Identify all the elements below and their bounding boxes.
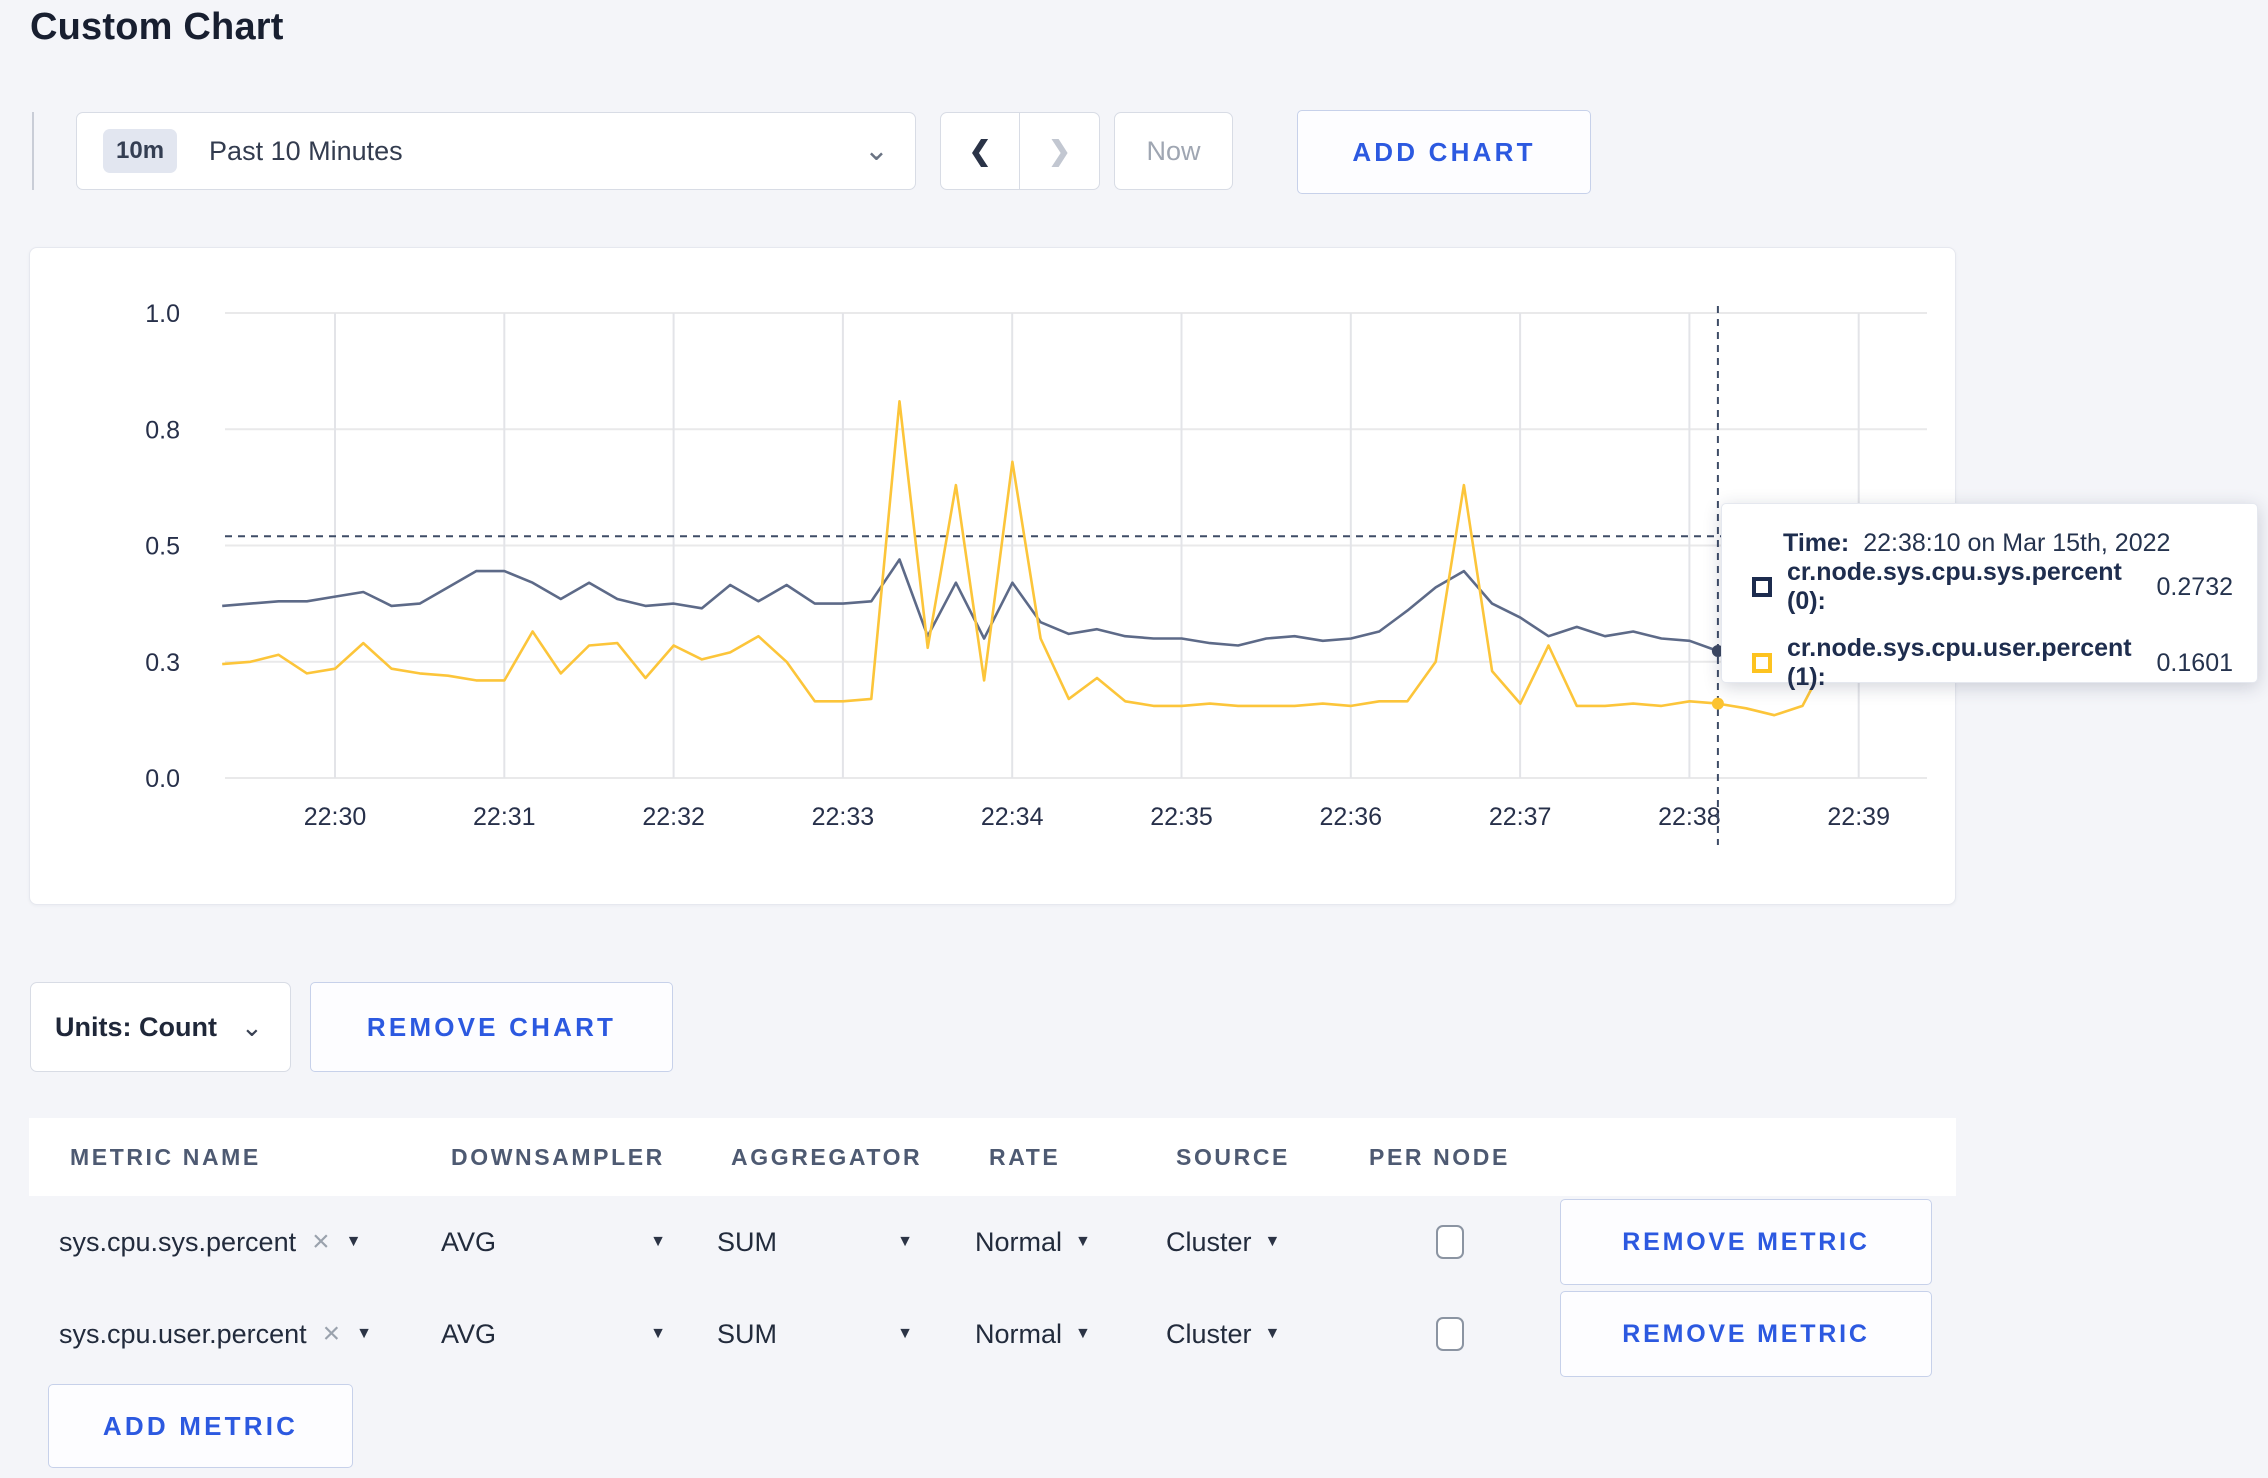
tooltip-series-value: 0.2732 xyxy=(2156,572,2233,601)
aggregator-dropdown[interactable]: SUM ▼ xyxy=(717,1288,913,1380)
header-metric-name: METRIC NAME xyxy=(70,1144,261,1170)
metric-name: sys.cpu.sys.percent xyxy=(59,1226,297,1257)
metric-name: sys.cpu.user.percent xyxy=(59,1318,307,1349)
header-per-node: PER NODE xyxy=(1369,1144,1510,1170)
series-swatch-icon xyxy=(1752,577,1772,597)
tooltip-time-value: 22:38:10 on Mar 15th, 2022 xyxy=(1863,529,2171,557)
header-aggregator: AGGREGATOR xyxy=(731,1144,923,1170)
downsampler-dropdown[interactable]: AVG ▼ xyxy=(441,1196,666,1288)
add-chart-button[interactable]: ADD CHART xyxy=(1297,110,1591,194)
x-tick-label: 22:30 xyxy=(304,803,367,831)
x-tick-label: 22:34 xyxy=(981,803,1044,831)
tooltip-series-row: cr.node.sys.cpu.sys.percent (0): 0.2732 xyxy=(1752,558,2233,616)
y-tick-label: 0.3 xyxy=(145,649,180,677)
y-tick-label: 0.5 xyxy=(145,533,180,561)
clear-metric-icon[interactable]: × xyxy=(323,1319,341,1349)
y-tick-label: 0.8 xyxy=(145,416,180,444)
tooltip-time-row: Time: 22:38:10 on Mar 15th, 2022 xyxy=(1752,529,2233,558)
rate-value: Normal xyxy=(975,1318,1063,1349)
metrics-table-body: sys.cpu.sys.percent × ▼ AVG ▼ SUM ▼ Norm… xyxy=(29,1196,1956,1380)
series-line xyxy=(222,400,1888,717)
toolbar: 10m Past 10 Minutes ⌄ ❮ ❯ Now ADD CHART xyxy=(32,110,2232,196)
rate-value: Normal xyxy=(975,1226,1063,1257)
downsampler-value: AVG xyxy=(441,1226,497,1257)
caret-down-icon: ▼ xyxy=(650,1325,666,1342)
caret-down-icon: ▼ xyxy=(356,1325,373,1342)
line-chart[interactable]: 0.0 0.3 0.5 0.8 1.0 22:30 22:31 22:32 22:33 22:34… xyxy=(30,248,1955,904)
downsampler-dropdown[interactable]: AVG ▼ xyxy=(441,1288,666,1380)
time-scale-badge: 10m xyxy=(103,129,178,173)
caret-down-icon: ▼ xyxy=(345,1233,362,1250)
chevron-down-icon: ⌄ xyxy=(240,1012,263,1042)
x-tick-label: 22:31 xyxy=(473,803,536,831)
toolbar-divider xyxy=(32,112,34,190)
header-source: SOURCE xyxy=(1176,1144,1291,1170)
aggregator-value: SUM xyxy=(717,1318,777,1349)
x-tick-label: 22:32 xyxy=(642,803,705,831)
prev-range-button[interactable]: ❮ xyxy=(941,113,1020,189)
source-dropdown[interactable]: Cluster ▼ xyxy=(1166,1196,1280,1288)
time-scale-dropdown[interactable]: 10m Past 10 Minutes ⌄ xyxy=(76,112,916,190)
tooltip-series-label: cr.node.sys.cpu.user.percent (1): xyxy=(1787,634,2132,691)
x-tick-label: 22:35 xyxy=(1150,803,1213,831)
metric-name-dropdown[interactable]: sys.cpu.sys.percent × ▼ xyxy=(59,1196,361,1288)
now-button[interactable]: Now xyxy=(1114,112,1233,190)
rate-dropdown[interactable]: Normal ▼ xyxy=(975,1288,1091,1380)
x-tick-label: 22:36 xyxy=(1320,803,1383,831)
metric-name-dropdown[interactable]: sys.cpu.user.percent × ▼ xyxy=(59,1288,372,1380)
caret-down-icon: ▼ xyxy=(650,1233,666,1250)
chart-card: 0.0 0.3 0.5 0.8 1.0 22:30 22:31 22:32 22:33 22:34… xyxy=(29,247,1956,905)
metric-row: sys.cpu.sys.percent × ▼ AVG ▼ SUM ▼ Norm… xyxy=(29,1196,1956,1288)
add-metric-button[interactable]: ADD METRIC xyxy=(48,1384,353,1468)
caret-down-icon: ▼ xyxy=(1264,1325,1281,1342)
x-tick-label: 22:37 xyxy=(1489,803,1552,831)
units-label: Units: Count xyxy=(55,1011,217,1042)
chart-tooltip: Time: 22:38:10 on Mar 15th, 2022 cr.node… xyxy=(1721,503,2258,691)
metrics-table-header: METRIC NAME DOWNSAMPLER AGGREGATOR RATE … xyxy=(29,1118,1956,1196)
per-node-checkbox[interactable] xyxy=(1436,1225,1464,1259)
x-tick-label: 22:33 xyxy=(812,803,875,831)
time-range-nav: ❮ ❯ xyxy=(940,112,1100,190)
time-scale-label: Past 10 Minutes xyxy=(209,135,403,166)
aggregator-dropdown[interactable]: SUM ▼ xyxy=(717,1196,913,1288)
tooltip-time-label: Time: xyxy=(1783,529,1850,557)
chevron-down-icon: ⌄ xyxy=(863,134,889,167)
per-node-checkbox[interactable] xyxy=(1436,1317,1464,1351)
clear-metric-icon[interactable]: × xyxy=(312,1227,330,1257)
tooltip-series-label: cr.node.sys.cpu.sys.percent (0): xyxy=(1787,558,2122,615)
series-swatch-icon xyxy=(1752,653,1772,673)
source-value: Cluster xyxy=(1166,1318,1252,1349)
custom-chart-page: { "page_title": "Custom Chart", "icons":… xyxy=(0,0,2268,1478)
source-value: Cluster xyxy=(1166,1226,1252,1257)
y-tick-label: 1.0 xyxy=(145,300,180,328)
caret-down-icon: ▼ xyxy=(1075,1233,1091,1250)
y-tick-label: 0.0 xyxy=(145,765,180,793)
remove-metric-button[interactable]: REMOVE METRIC xyxy=(1560,1199,1932,1285)
remove-metric-button[interactable]: REMOVE METRIC xyxy=(1560,1291,1932,1377)
header-downsampler: DOWNSAMPLER xyxy=(451,1144,665,1170)
downsampler-value: AVG xyxy=(441,1318,497,1349)
tooltip-series-row: cr.node.sys.cpu.user.percent (1): 0.1601 xyxy=(1752,634,2233,692)
next-range-button[interactable]: ❯ xyxy=(1020,113,1099,189)
caret-down-icon: ▼ xyxy=(1264,1233,1281,1250)
remove-chart-button[interactable]: REMOVE CHART xyxy=(310,982,673,1072)
caret-down-icon: ▼ xyxy=(897,1325,913,1342)
units-dropdown[interactable]: Units: Count ⌄ xyxy=(30,982,291,1072)
metric-row: sys.cpu.user.percent × ▼ AVG ▼ SUM ▼ Nor… xyxy=(29,1288,1956,1380)
caret-down-icon: ▼ xyxy=(897,1233,913,1250)
chevron-left-icon: ❮ xyxy=(968,135,992,166)
series-line xyxy=(222,558,1888,653)
chevron-right-icon: ❯ xyxy=(1048,135,1071,166)
aggregator-value: SUM xyxy=(717,1226,777,1257)
caret-down-icon: ▼ xyxy=(1075,1325,1091,1342)
x-tick-label: 22:39 xyxy=(1827,803,1890,831)
tooltip-series-value: 0.1601 xyxy=(2156,648,2233,677)
rate-dropdown[interactable]: Normal ▼ xyxy=(975,1196,1091,1288)
source-dropdown[interactable]: Cluster ▼ xyxy=(1166,1288,1280,1380)
header-rate: RATE xyxy=(989,1144,1061,1170)
page-title: Custom Chart xyxy=(30,6,284,48)
x-tick-label: 22:38 xyxy=(1658,803,1721,831)
crosshair-point xyxy=(1711,697,1724,710)
